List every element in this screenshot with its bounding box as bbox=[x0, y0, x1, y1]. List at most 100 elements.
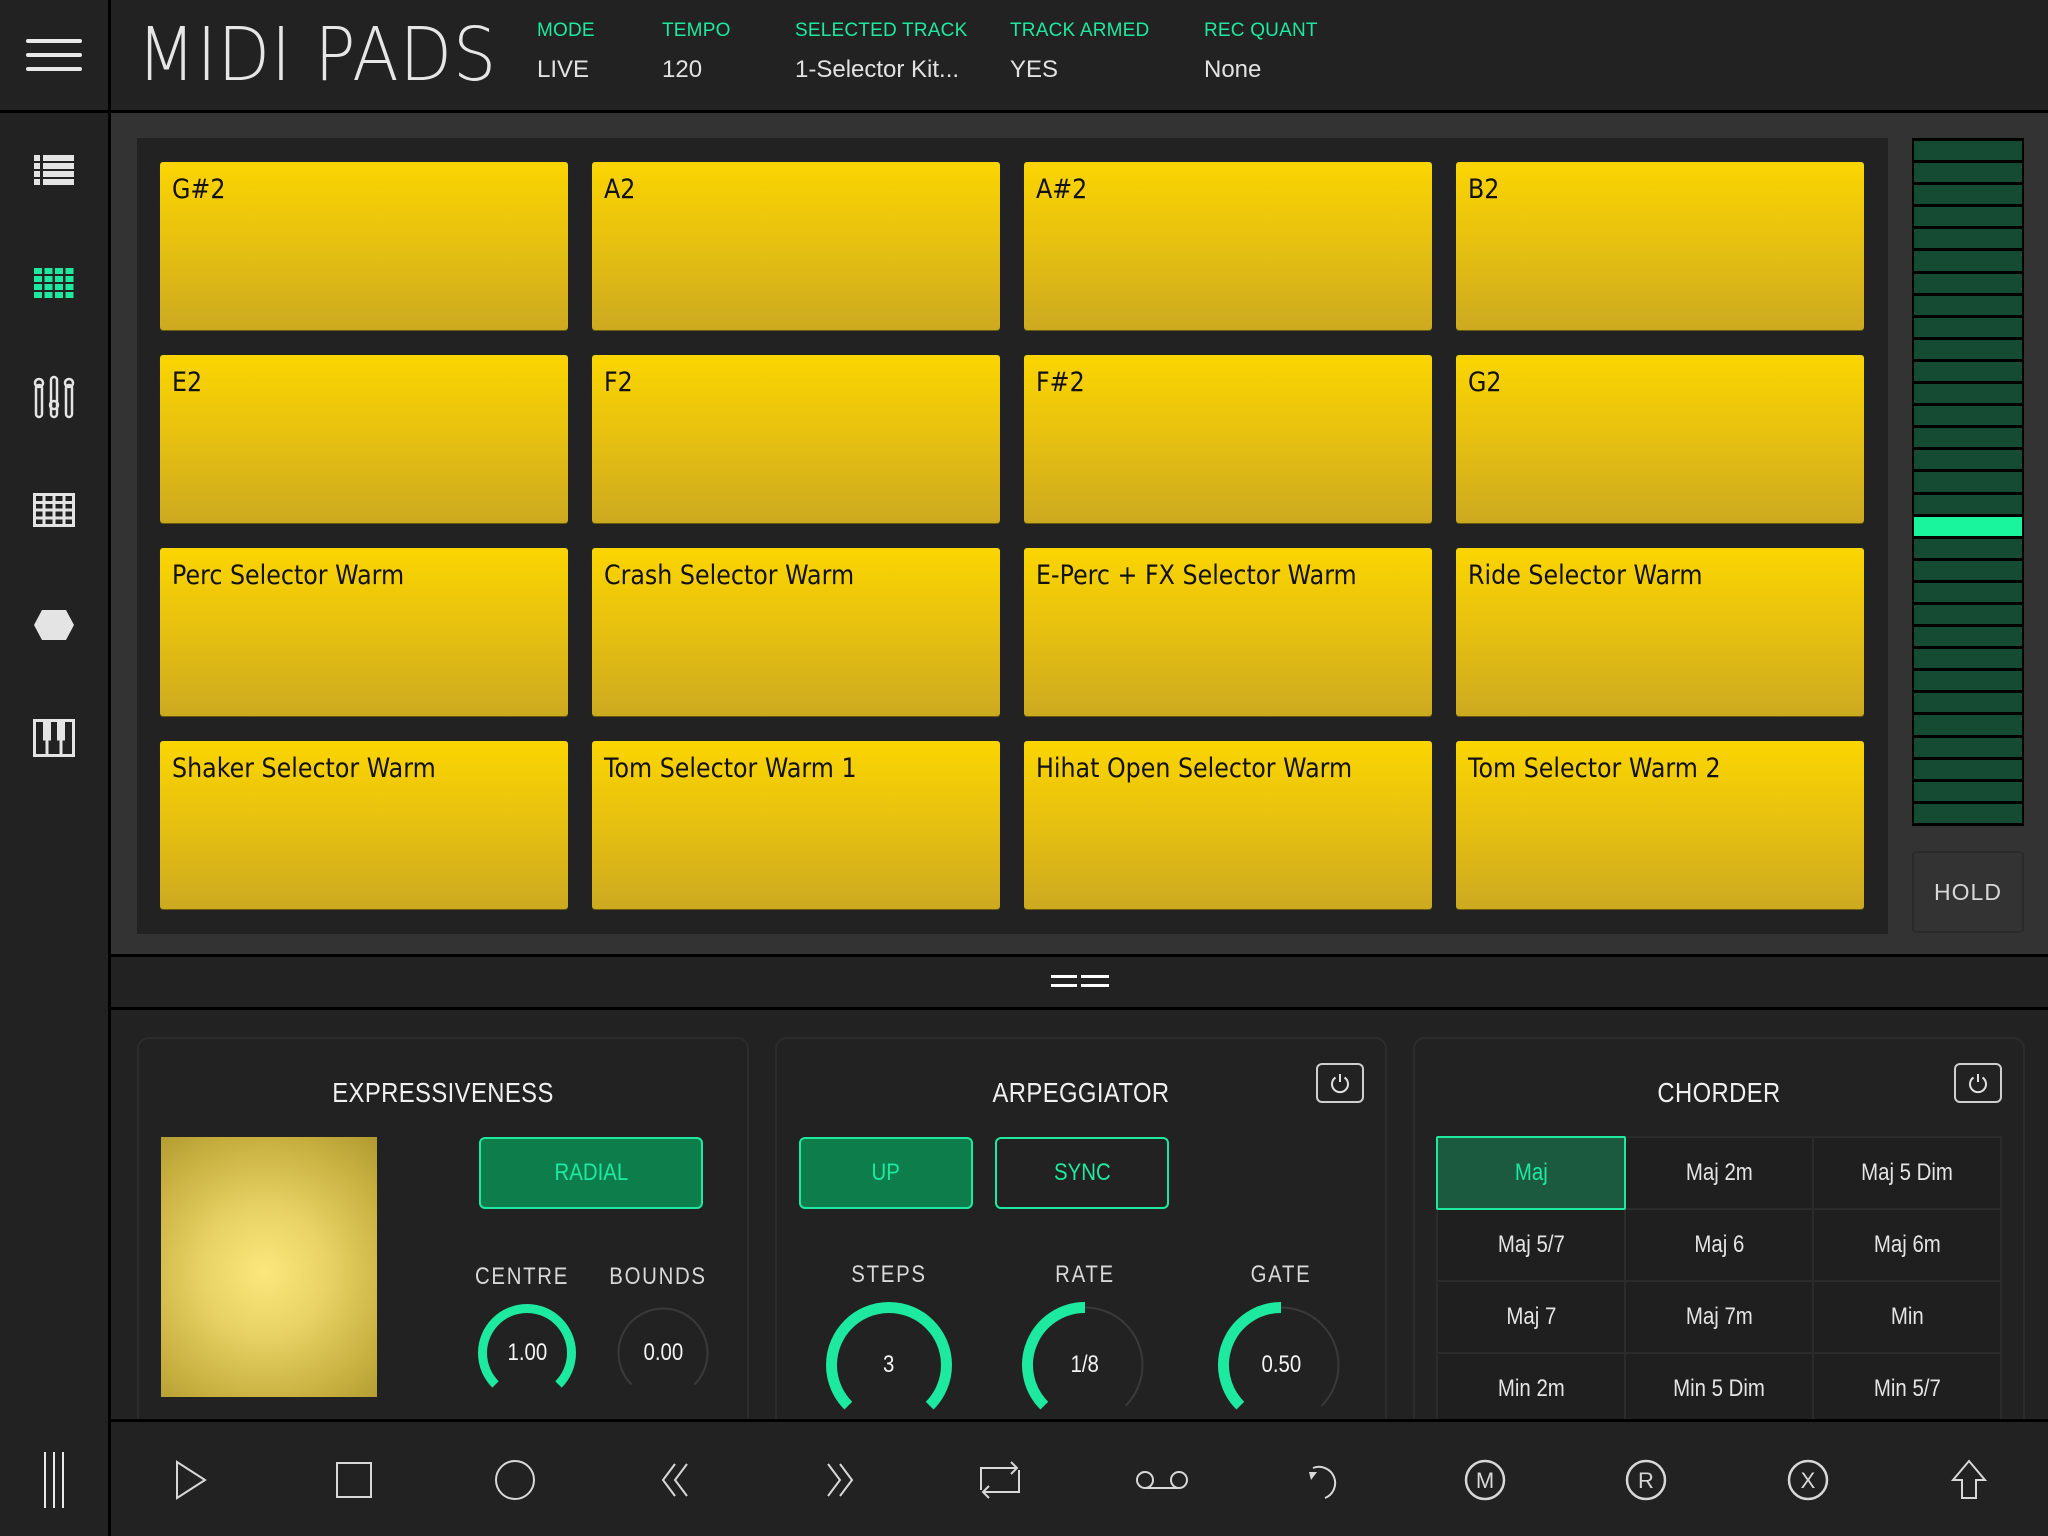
stop-button[interactable] bbox=[324, 1450, 384, 1510]
loop-button[interactable] bbox=[970, 1450, 1030, 1510]
chorder-panel: CHORDER Maj Maj 2m Maj 5 Dim Maj 5/7 Maj 6 Ma… bbox=[1413, 1037, 2025, 1419]
pad-label: Tom Selector Warm 1 bbox=[604, 753, 857, 784]
chord-option[interactable]: Min 2m bbox=[1436, 1352, 1626, 1419]
drum-pad[interactable]: Shaker Selector Warm bbox=[160, 741, 568, 909]
metronome-button[interactable]: M bbox=[1455, 1450, 1515, 1510]
r-button[interactable]: R bbox=[1616, 1450, 1676, 1510]
sidebar-item-keyboard[interactable] bbox=[0, 698, 108, 778]
sidebar-item-sequencer[interactable] bbox=[0, 470, 108, 550]
velocity-meter[interactable] bbox=[1912, 138, 2024, 826]
pad-label: A#2 bbox=[1036, 174, 1088, 205]
centre-knob[interactable]: 1.00 bbox=[477, 1303, 577, 1403]
chord-label: Maj bbox=[1514, 1159, 1548, 1186]
meter-segment bbox=[1914, 604, 2022, 625]
x-button[interactable]: X bbox=[1778, 1450, 1838, 1510]
chord-option[interactable]: Maj 2m bbox=[1624, 1136, 1814, 1210]
drum-pad[interactable]: Tom Selector Warm 2 bbox=[1456, 741, 1864, 909]
tape-button[interactable] bbox=[1132, 1450, 1192, 1510]
drum-pad[interactable]: F#2 bbox=[1024, 355, 1432, 523]
shift-button[interactable] bbox=[1939, 1450, 1999, 1510]
radial-button[interactable]: RADIAL bbox=[479, 1137, 703, 1209]
arp-up-button[interactable]: UP bbox=[799, 1137, 973, 1209]
drum-pad[interactable]: Crash Selector Warm bbox=[592, 548, 1000, 716]
status-rec-quant[interactable]: REC QUANT None bbox=[1204, 20, 1318, 84]
chorder-power-button[interactable] bbox=[1954, 1063, 2002, 1103]
meter-segment bbox=[1914, 538, 2022, 558]
xy-pad[interactable] bbox=[161, 1137, 377, 1397]
status-label: TRACK ARMED bbox=[1010, 20, 1150, 41]
meter-segment-active bbox=[1914, 516, 2022, 536]
sidebar-item-devices[interactable] bbox=[0, 585, 108, 665]
rate-knob[interactable]: 1/8 bbox=[1021, 1301, 1149, 1419]
play-button[interactable] bbox=[161, 1450, 221, 1510]
meter-segment bbox=[1914, 450, 2022, 470]
fast-forward-button[interactable] bbox=[808, 1450, 868, 1510]
steps-knob[interactable]: 3 bbox=[825, 1301, 953, 1419]
pad-label: E2 bbox=[172, 367, 203, 398]
drum-pad[interactable]: Perc Selector Warm bbox=[160, 548, 568, 716]
sidebar-item-pads[interactable] bbox=[0, 243, 108, 323]
chord-label: Min 2m bbox=[1497, 1375, 1565, 1402]
knob-label: STEPS bbox=[851, 1261, 927, 1288]
button-label: RADIAL bbox=[554, 1159, 628, 1186]
panel-resize-handle[interactable] bbox=[111, 957, 2048, 1010]
knob-label: CENTRE bbox=[474, 1263, 570, 1290]
undo-button[interactable] bbox=[1293, 1450, 1353, 1510]
status-selected-track[interactable]: SELECTED TRACK 1-Selector Kit... bbox=[795, 20, 967, 84]
hold-button[interactable]: HOLD bbox=[1912, 851, 2024, 933]
bounds-knob[interactable]: 0.00 bbox=[613, 1303, 713, 1403]
chord-option[interactable]: Maj 7m bbox=[1624, 1280, 1814, 1354]
chord-label: Maj 7m bbox=[1685, 1303, 1753, 1330]
meter-segment bbox=[1914, 781, 2022, 801]
sidebar-collapse-button[interactable] bbox=[0, 1424, 108, 1536]
chord-label: Maj 7 bbox=[1506, 1303, 1556, 1330]
hamburger-menu-button[interactable] bbox=[0, 0, 108, 113]
header: MIDI PADS MODE LIVE TEMPO 120 SELECTED T… bbox=[111, 0, 2048, 113]
drum-pad[interactable]: A2 bbox=[592, 162, 1000, 330]
button-label: SYNC bbox=[1053, 1159, 1111, 1186]
knob-label: RATE bbox=[1055, 1261, 1115, 1288]
meter-segment bbox=[1914, 339, 2022, 359]
status-tempo[interactable]: TEMPO 120 bbox=[662, 20, 731, 84]
drum-pad[interactable]: G2 bbox=[1456, 355, 1864, 523]
chord-option[interactable]: Maj bbox=[1436, 1136, 1626, 1210]
drum-pad[interactable]: A#2 bbox=[1024, 162, 1432, 330]
chord-label: Maj 6 bbox=[1694, 1231, 1744, 1258]
loop-icon bbox=[980, 1461, 1020, 1499]
pad-zone: G#2 A2 A#2 B2 E2 F2 F#2 G2 Perc Selector Warm Cra… bbox=[111, 113, 2048, 957]
drum-pad[interactable]: F2 bbox=[592, 355, 1000, 523]
meter-segment bbox=[1914, 649, 2022, 669]
chord-option[interactable]: Maj 6m bbox=[1812, 1208, 2002, 1282]
power-icon bbox=[1969, 1074, 1987, 1094]
chord-option[interactable]: Min 5/7 bbox=[1812, 1352, 2002, 1419]
pad-label: Ride Selector Warm bbox=[1468, 560, 1703, 591]
chord-option[interactable]: Maj 7 bbox=[1436, 1280, 1626, 1354]
sidebar-item-tracks[interactable] bbox=[0, 130, 108, 210]
meter-segment bbox=[1914, 317, 2022, 337]
meter-segment bbox=[1914, 428, 2022, 448]
arpeggiator-power-button[interactable] bbox=[1316, 1063, 1364, 1103]
drum-pad[interactable]: Tom Selector Warm 1 bbox=[592, 741, 1000, 909]
drum-pad[interactable]: Ride Selector Warm bbox=[1456, 548, 1864, 716]
meter-segment bbox=[1914, 295, 2022, 315]
rewind-button[interactable] bbox=[647, 1450, 707, 1510]
record-button[interactable] bbox=[485, 1450, 545, 1510]
drum-pad[interactable]: E-Perc + FX Selector Warm bbox=[1024, 548, 1432, 716]
gate-knob[interactable]: 0.50 bbox=[1217, 1301, 1345, 1419]
chord-option[interactable]: Maj 6 bbox=[1624, 1208, 1814, 1282]
chord-option[interactable]: Maj 5 Dim bbox=[1812, 1136, 2002, 1210]
chord-option[interactable]: Min 5 Dim bbox=[1624, 1352, 1814, 1419]
chord-option[interactable]: Maj 5/7 bbox=[1436, 1208, 1626, 1282]
meter-segment bbox=[1914, 671, 2022, 691]
fast-forward-icon bbox=[827, 1463, 854, 1497]
drum-pad[interactable]: G#2 bbox=[160, 162, 568, 330]
sidebar-item-mixer[interactable] bbox=[0, 357, 108, 437]
drum-pad[interactable]: B2 bbox=[1456, 162, 1864, 330]
drum-pad[interactable]: E2 bbox=[160, 355, 568, 523]
drum-pad[interactable]: Hihat Open Selector Warm bbox=[1024, 741, 1432, 909]
arp-sync-button[interactable]: SYNC bbox=[995, 1137, 1169, 1209]
status-track-armed[interactable]: TRACK ARMED YES bbox=[1010, 20, 1149, 84]
chord-option[interactable]: Min bbox=[1812, 1280, 2002, 1354]
status-mode[interactable]: MODE LIVE bbox=[537, 20, 595, 84]
meter-segment bbox=[1914, 229, 2022, 249]
